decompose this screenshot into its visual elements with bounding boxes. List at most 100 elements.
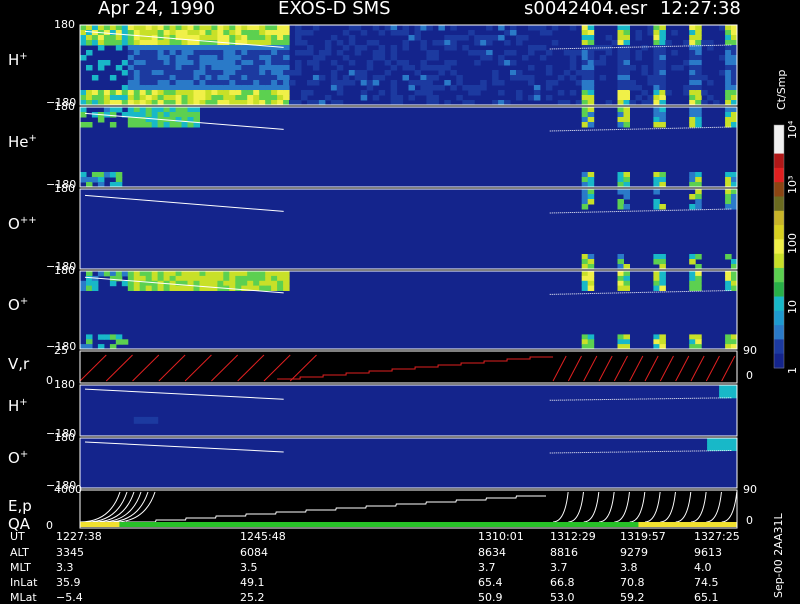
heatmap-cell (205, 65, 212, 71)
heatmap-cell (569, 90, 577, 96)
heatmap-cell (348, 25, 356, 31)
heatmap-cell (623, 271, 630, 277)
heatmap-cell (80, 90, 87, 96)
heatmap-cell (253, 275, 260, 282)
heatmap-cell (259, 271, 266, 277)
heatmap-cell (86, 35, 93, 41)
heatmap-cell (563, 50, 571, 56)
heatmap-cell (474, 60, 481, 66)
heatmap-cell (199, 35, 206, 41)
heatmap-cell (169, 60, 177, 66)
heatmap-cell (145, 40, 153, 46)
heatmap-cell (86, 334, 93, 340)
heatmap-cell (510, 75, 517, 81)
heatmap-cell (617, 271, 624, 277)
heatmap-cell (408, 95, 415, 101)
heatmap-cell (324, 40, 332, 46)
heatmap-cell (133, 285, 141, 291)
heatmap-cell (330, 60, 338, 66)
heatmap-cell (444, 60, 451, 66)
heatmap-cell (528, 80, 535, 86)
heatmap-cell (86, 285, 93, 291)
heatmap-cell (283, 25, 290, 31)
heatmap-cell (378, 90, 386, 96)
heatmap-cell (169, 122, 177, 128)
heatmap-cell (259, 75, 266, 81)
heatmap-cell (283, 45, 290, 51)
heatmap-cell (235, 85, 242, 91)
heatmap-cell (217, 50, 224, 56)
heatmap-cell (569, 60, 577, 66)
heatmap-cell (175, 35, 183, 41)
heatmap-cell (115, 45, 123, 51)
heatmap-cell (653, 199, 660, 205)
heatmap-cell (402, 40, 409, 46)
heatmap-cell (468, 50, 475, 56)
heatmap-cell (725, 199, 732, 205)
heatmap-cell (283, 95, 290, 101)
heatmap-cell (396, 30, 404, 36)
heatmap-cell (683, 90, 690, 96)
heatmap-cell (235, 80, 242, 86)
heatmap-cell (157, 60, 165, 66)
heatmap-cell (103, 40, 111, 46)
ephemeris-value: 25.2 (240, 591, 265, 604)
heatmap-cell (587, 285, 595, 291)
heatmap-cell (109, 95, 117, 101)
heatmap-cell (623, 275, 630, 282)
heatmap-cell (462, 45, 469, 51)
heatmap-cell (402, 25, 409, 31)
heatmap-cell (486, 40, 493, 46)
heatmap-cell (486, 25, 493, 31)
heatmap-cell (653, 172, 660, 178)
heatmap-cell (223, 25, 230, 31)
heatmap-cell (133, 107, 141, 113)
heatmap-cell (283, 65, 290, 71)
colorbar-tick-label: 10⁴ (786, 120, 799, 139)
heatmap-cell (420, 80, 427, 86)
heatmap-cell (713, 441, 720, 445)
heatmap-cell (157, 285, 165, 291)
heatmap-cell (408, 35, 415, 41)
heatmap-cell (617, 122, 624, 128)
heatmap-cell (695, 55, 702, 61)
heatmap-cell (181, 30, 188, 36)
heatmap-cell (145, 275, 153, 282)
heatmap-cell (689, 85, 696, 91)
heatmap-cell (223, 95, 230, 101)
heatmap-cell (623, 172, 630, 178)
heatmap-cell (163, 85, 171, 91)
heatmap-cell (169, 65, 177, 71)
heatmap-cell (205, 90, 212, 96)
heatmap-cell (223, 65, 230, 71)
heatmap-cell (474, 50, 481, 56)
heatmap-cell (127, 65, 135, 71)
heatmap-cell (342, 45, 350, 51)
heatmap-cell (133, 60, 141, 66)
heatmap-cell (187, 85, 194, 91)
heatmap-cell (80, 112, 87, 118)
heatmap-cell (689, 107, 696, 113)
heatmap-cell (689, 194, 696, 200)
heatmap-cell (695, 95, 702, 101)
heatmap-cell (103, 35, 111, 41)
heatmap-cell (617, 30, 624, 36)
heatmap-cell (378, 75, 386, 81)
qa-bar-flag (80, 522, 120, 527)
heatmap-cell (91, 172, 99, 178)
heatmap-cell (330, 80, 338, 86)
heatmap-cell (372, 50, 380, 56)
ephemeris-row-label: UT (10, 530, 25, 543)
heatmap-cell (283, 275, 290, 282)
heatmap-cell (121, 70, 129, 76)
heatmap-cell (181, 275, 188, 282)
colorbar-tick-label: 10³ (786, 175, 799, 194)
heatmap-cell (587, 334, 595, 340)
heatmap-cell (211, 85, 218, 91)
panel-label: O+ (8, 296, 29, 314)
heatmap-cell (695, 85, 702, 91)
heatmap-cell (109, 35, 117, 41)
heatmap-cell (653, 35, 660, 41)
heatmap-cell (97, 95, 105, 101)
heatmap-cell (271, 85, 278, 91)
